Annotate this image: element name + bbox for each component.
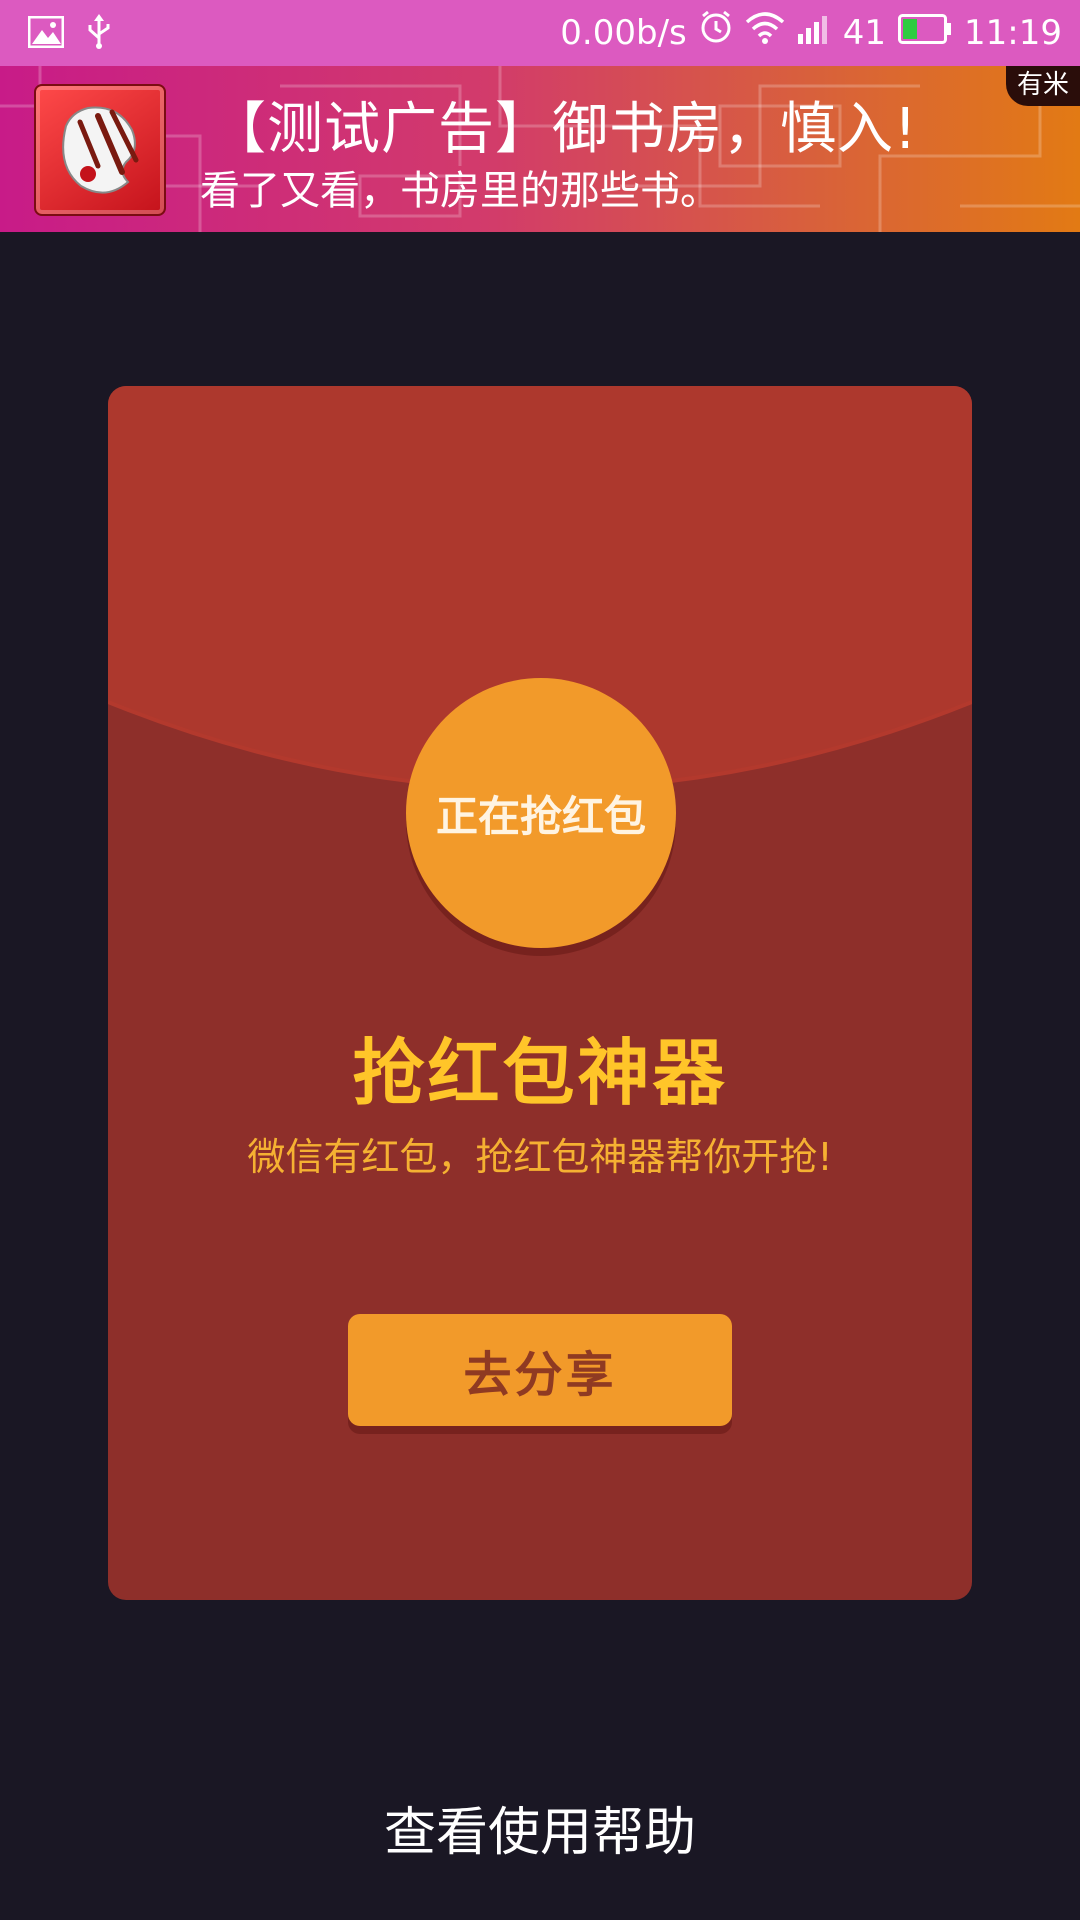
share-button[interactable]: 去分享 <box>348 1314 732 1426</box>
ad-title: 【测试广告】御书房，慎入! <box>210 97 918 162</box>
image-icon <box>27 15 65 52</box>
help-link[interactable]: 查看使用帮助 <box>0 1790 1080 1865</box>
grab-status-button[interactable]: 正在抢红包 <box>406 678 676 948</box>
palette-icon <box>34 84 166 216</box>
grab-status-label: 正在抢红包 <box>435 791 646 841</box>
ad-subtitle: 看了又看，书房里的那些书。 <box>200 168 720 214</box>
battery-icon <box>898 8 952 58</box>
ad-badge[interactable]: 有米 <box>1006 66 1080 106</box>
share-button-label: 去分享 <box>463 1347 617 1403</box>
signal-text: 41 <box>842 13 887 53</box>
app-title: 抢红包神器 <box>352 1031 728 1115</box>
ad-banner[interactable]: 【测试广告】御书房，慎入! 看了又看，书房里的那些书。 有米 <box>0 66 1080 232</box>
alarm-icon <box>699 8 733 58</box>
app-subtitle: 微信有红包，抢红包神器帮你开抢! <box>247 1135 833 1179</box>
clock-time: 11:19 <box>964 13 1062 53</box>
status-bar: 0.00b/s 41 11:19 <box>0 0 1080 66</box>
net-speed: 0.00b/s <box>560 13 687 53</box>
usb-icon <box>86 14 112 54</box>
red-envelope-card: 正在抢红包 抢红包神器 微信有红包，抢红包神器帮你开抢! 去分享 <box>108 386 972 1600</box>
wifi-icon <box>745 8 785 58</box>
cell-signal-icon <box>797 8 831 58</box>
